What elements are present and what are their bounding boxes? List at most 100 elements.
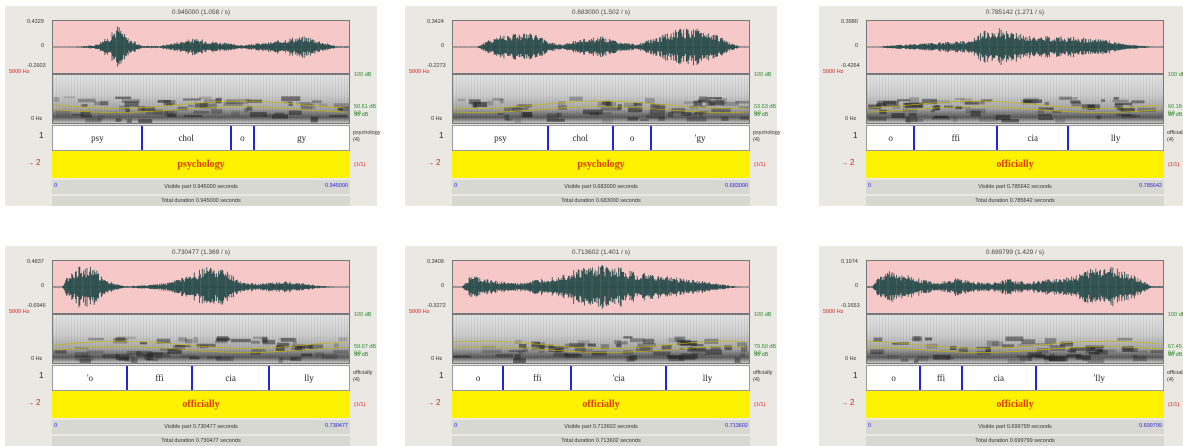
interval-boundary[interactable]: [546, 126, 549, 150]
syllable-interval[interactable]: ffi: [127, 366, 192, 390]
syllable-interval[interactable]: o: [231, 126, 255, 150]
tier2-number[interactable]: → 2: [427, 398, 440, 407]
interval-boundary[interactable]: [191, 366, 194, 390]
spectrogram-view[interactable]: [52, 74, 350, 124]
syllable-tier[interactable]: o ffi cia lly: [866, 125, 1164, 151]
syllable-interval[interactable]: 'cia: [571, 366, 666, 390]
syllable-interval[interactable]: cia: [962, 366, 1036, 390]
syllable-interval[interactable]: lly: [1068, 126, 1163, 150]
word-tier[interactable]: officially: [452, 391, 750, 418]
interval-boundary[interactable]: [665, 366, 668, 390]
interval-boundary[interactable]: [502, 366, 505, 390]
tier1-count: (4): [353, 377, 360, 383]
spectrogram-view[interactable]: [866, 74, 1164, 124]
syllable-tier[interactable]: psy chol o'gy: [452, 125, 750, 151]
total-duration-bar[interactable]: Total duration 0.945000 seconds: [52, 196, 350, 206]
syllable-interval[interactable]: psy: [53, 126, 142, 150]
interval-boundary[interactable]: [650, 126, 653, 150]
syllable-interval[interactable]: ffi: [920, 366, 961, 390]
syllable-interval[interactable]: 'o: [53, 366, 127, 390]
visible-part-bar[interactable]: 0 Visible part 0.945000 seconds 0.945000: [52, 180, 350, 194]
tier1-name[interactable]: psychology: [353, 130, 381, 136]
waveform-view[interactable]: [452, 260, 750, 314]
visible-part-bar[interactable]: 0 Visible part 0.699799 seconds 0.699799: [866, 420, 1164, 434]
interval-boundary[interactable]: [611, 126, 614, 150]
syllable-interval[interactable]: 'lly: [1036, 366, 1163, 390]
tier2-number[interactable]: → 2: [841, 158, 854, 167]
spectrogram-view[interactable]: [452, 314, 750, 364]
interval-boundary[interactable]: [960, 366, 963, 390]
syllable-tier[interactable]: o ffi cia'lly: [866, 365, 1164, 391]
tier2-number[interactable]: → 2: [27, 158, 40, 167]
tier2-number[interactable]: → 2: [841, 398, 854, 407]
interval-boundary[interactable]: [229, 126, 232, 150]
syllable-interval[interactable]: psy: [453, 126, 548, 150]
total-duration-bar[interactable]: Total duration 0.730477 seconds: [52, 436, 350, 446]
interval-boundary[interactable]: [919, 366, 922, 390]
syllable-interval[interactable]: ffi: [914, 126, 997, 150]
visible-part-bar[interactable]: 0 Visible part 0.785642 seconds 0.785642: [866, 180, 1164, 194]
waveform-view[interactable]: [52, 20, 350, 74]
total-duration-bar[interactable]: Total duration 0.699799 seconds: [866, 436, 1164, 446]
visible-part-bar[interactable]: 0 Visible part 0.713602 seconds 0.713602: [452, 420, 750, 434]
tier1-name[interactable]: officially: [1167, 130, 1183, 136]
interval-boundary[interactable]: [253, 126, 256, 150]
syllable-interval[interactable]: cia: [192, 366, 269, 390]
waveform-view[interactable]: [452, 20, 750, 74]
tier2-number[interactable]: → 2: [27, 398, 40, 407]
syllable-tier[interactable]: o ffi'cia lly: [452, 365, 750, 391]
syllable-interval[interactable]: 'gy: [651, 126, 749, 150]
word-tier[interactable]: officially: [866, 151, 1164, 178]
syllable-interval[interactable]: o: [867, 126, 914, 150]
syllable-interval[interactable]: o: [453, 366, 503, 390]
tier1-number[interactable]: 1: [439, 131, 443, 140]
tier1-name[interactable]: officially: [1167, 370, 1183, 376]
interval-boundary[interactable]: [1067, 126, 1070, 150]
total-duration-bar[interactable]: Total duration 0.683000 seconds: [452, 196, 750, 206]
waveform-view[interactable]: [52, 260, 350, 314]
syllable-interval[interactable]: chol: [142, 126, 231, 150]
waveform-view[interactable]: [866, 260, 1164, 314]
word-tier[interactable]: officially: [866, 391, 1164, 418]
syllable-interval[interactable]: o: [867, 366, 920, 390]
syllable-interval[interactable]: chol: [548, 126, 613, 150]
waveform-view[interactable]: [866, 20, 1164, 74]
tier1-number[interactable]: 1: [39, 371, 43, 380]
interval-boundary[interactable]: [1034, 366, 1037, 390]
intensity-low-label: 50 dB: [754, 352, 769, 358]
interval-boundary[interactable]: [570, 366, 573, 390]
syllable-interval[interactable]: cia: [997, 126, 1068, 150]
tier1-number[interactable]: 1: [853, 371, 857, 380]
total-duration-bar[interactable]: Total duration 0.785642 seconds: [866, 196, 1164, 206]
visible-part-bar[interactable]: 0 Visible part 0.730477 seconds 0.730477: [52, 420, 350, 434]
word-tier[interactable]: psychology: [52, 151, 350, 178]
interval-boundary[interactable]: [268, 366, 271, 390]
tier1-number[interactable]: 1: [853, 131, 857, 140]
time-readout: 0.730477 (1.369 / s): [171, 249, 231, 256]
interval-boundary[interactable]: [913, 126, 916, 150]
word-tier[interactable]: psychology: [452, 151, 750, 178]
visible-end: 0.945000: [325, 183, 348, 189]
syllable-tier[interactable]: psy chol o gy: [52, 125, 350, 151]
spectrogram-view[interactable]: [866, 314, 1164, 364]
tier1-name[interactable]: officially: [353, 370, 372, 376]
interval-boundary[interactable]: [996, 126, 999, 150]
interval-boundary[interactable]: [140, 126, 143, 150]
syllable-interval[interactable]: ffi: [503, 366, 571, 390]
syllable-interval[interactable]: o: [613, 126, 651, 150]
syllable-interval[interactable]: lly: [269, 366, 349, 390]
spectrogram-view[interactable]: [452, 74, 750, 124]
syllable-interval[interactable]: gy: [254, 126, 349, 150]
spectrogram-view[interactable]: [52, 314, 350, 364]
tier2-number[interactable]: → 2: [427, 158, 440, 167]
word-tier[interactable]: officially: [52, 391, 350, 418]
visible-part-bar[interactable]: 0 Visible part 0.683000 seconds 0.683000: [452, 180, 750, 194]
tier1-number[interactable]: 1: [439, 371, 443, 380]
interval-boundary[interactable]: [126, 366, 128, 390]
syllable-interval[interactable]: lly: [666, 366, 749, 390]
tier1-name[interactable]: psychology: [753, 130, 781, 136]
total-duration-bar[interactable]: Total duration 0.713602 seconds: [452, 436, 750, 446]
tier1-name[interactable]: officially: [753, 370, 772, 376]
syllable-tier[interactable]: 'o ffi cia lly: [52, 365, 350, 391]
tier1-number[interactable]: 1: [39, 131, 43, 140]
